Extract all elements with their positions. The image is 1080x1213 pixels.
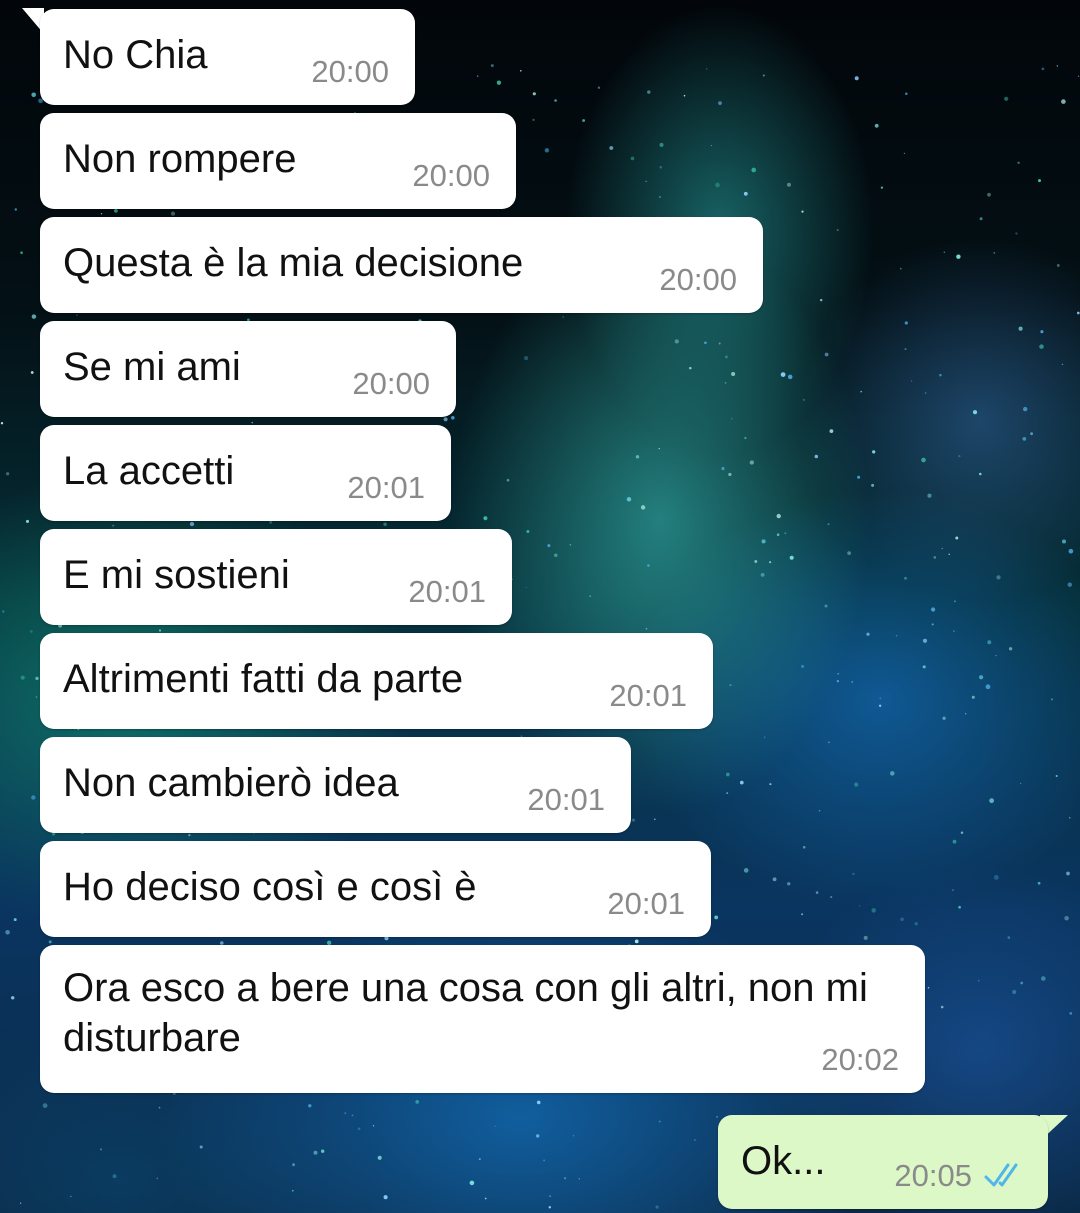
message-time: 20:02 xyxy=(821,1042,899,1077)
message-time: 20:01 xyxy=(347,470,425,505)
incoming-message[interactable]: Questa è la mia decisione 20:00 xyxy=(40,217,763,313)
message-text: Se mi ami xyxy=(63,345,241,389)
incoming-message[interactable]: No Chia 20:00 xyxy=(40,9,415,105)
message-time: 20:00 xyxy=(352,366,430,401)
message-time: 20:01 xyxy=(609,678,687,713)
incoming-message[interactable]: Altrimenti fatti da parte 20:01 xyxy=(40,633,713,729)
message-time: 20:01 xyxy=(607,886,685,921)
message-time: 20:00 xyxy=(659,262,737,297)
message-text: Ora esco a bere una cosa con gli altri, … xyxy=(63,966,868,1060)
message-text: Non rompere xyxy=(63,137,297,181)
message-text: Non cambierò idea xyxy=(63,761,399,805)
message-text: Ho deciso così e così è xyxy=(63,865,477,909)
incoming-message[interactable]: Non cambierò idea 20:01 xyxy=(40,737,631,833)
message-time: 20:05 xyxy=(894,1158,972,1193)
message-time: 20:00 xyxy=(311,54,389,89)
message-text: Ok... xyxy=(741,1139,826,1183)
incoming-message[interactable]: La accetti 20:01 xyxy=(40,425,451,521)
message-time: 20:01 xyxy=(408,574,486,609)
message-time: 20:01 xyxy=(527,782,605,817)
message-text: Questa è la mia decisione xyxy=(63,241,524,285)
message-text: La accetti xyxy=(63,449,235,493)
incoming-message[interactable]: Ho deciso così e così è 20:01 xyxy=(40,841,711,937)
message-text: E mi sostieni xyxy=(63,553,290,597)
incoming-message[interactable]: Ora esco a bere una cosa con gli altri, … xyxy=(40,945,925,1093)
outgoing-message[interactable]: Ok... 20:05 xyxy=(718,1115,1048,1209)
message-text: Altrimenti fatti da parte xyxy=(63,657,464,701)
incoming-message[interactable]: Se mi ami 20:00 xyxy=(40,321,456,417)
message-time: 20:00 xyxy=(412,158,490,193)
incoming-message[interactable]: Non rompere 20:00 xyxy=(40,113,516,209)
incoming-message[interactable]: E mi sostieni 20:01 xyxy=(40,529,512,625)
message-text: No Chia xyxy=(63,33,208,77)
double-check-read-icon xyxy=(984,1163,1018,1187)
